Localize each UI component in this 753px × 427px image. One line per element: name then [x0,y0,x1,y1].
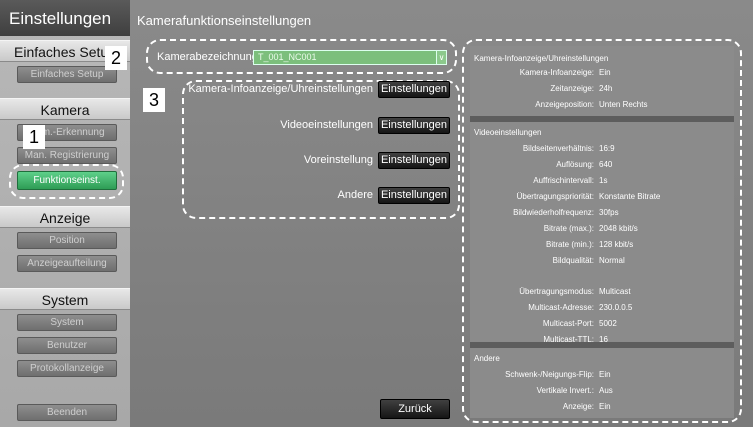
info-key: Auflösung: [556,160,594,169]
info-row: Bildwiederholfrequenz: 30fps [470,208,734,220]
setting-label-other: Andere [337,189,373,201]
info-row: Bitrate (min.): 128 kbit/s [470,240,734,252]
info-row: Übertragungsmodus: Multicast [470,287,734,299]
setting-label-camera-info: Kamera-Infoanzeige/Uhreinstellungen [188,83,373,95]
info-row: Schwenk-/Neigungs-Flip: Ein [470,370,734,382]
nav-man-registrierung[interactable]: Man. Registrierung [17,147,117,164]
info-row: Bildqualität: Normal [470,256,734,268]
info-value: Ein [599,370,611,379]
info-row: Vertikale Invert.: Aus [470,386,734,398]
info-heading-camera-info: Kamera-Infoanzeige/Uhreinstellungen [474,54,609,63]
info-key: Multicast-Port: [542,319,594,328]
info-row: Zeitanzeige: 24h [470,84,734,96]
info-value: 24h [599,84,613,93]
info-value: Aus [599,386,613,395]
camera-name-label: Kamerabezeichnung [157,51,258,63]
info-value: 230.0.0.5 [599,303,633,312]
info-row: Auffrischintervall: 1s [470,176,734,188]
section-heading-anzeige: Anzeige [0,206,130,228]
info-key: Bildseitenverhältnis: [522,144,594,153]
other-settings-button[interactable]: Einstellungen [378,187,450,204]
settings-summary-panel: Kamera-Infoanzeige/Uhreinstellungen Kame… [470,46,734,418]
info-key: Übertragungspriorität: [516,192,594,201]
info-row: Bildseitenverhältnis: 16:9 [470,144,734,156]
callout-number-2: 2 [105,46,127,70]
info-key: Multicast-Adresse: [528,303,594,312]
info-key: Bildqualität: [552,256,594,265]
nav-position[interactable]: Position [17,232,117,249]
info-key: Bildwiederholfrequenz: [513,208,594,217]
info-value: 128 kbit/s [599,240,634,249]
info-key: Übertragungsmodus: [519,287,594,296]
info-row: Multicast-Adresse: 230.0.0.5 [470,303,734,315]
sidebar-title: Einstellungen [0,0,130,36]
info-key: Bitrate (min.): [545,240,594,249]
info-value: 5002 [599,319,617,328]
info-value: 30fps [599,208,619,217]
info-divider [470,116,734,122]
page-title: Kamerafunktionseinstellungen [137,13,312,28]
callout-number-3: 3 [143,88,165,112]
info-row: Multicast-Port: 5002 [470,319,734,331]
info-row: Anzeige: Ein [470,402,734,414]
callout-frame-1 [9,164,124,199]
info-key: Anzeigeposition: [535,100,594,109]
info-value: Unten Rechts [599,100,648,109]
setting-label-video: Videoeinstellungen [280,119,373,131]
info-row: Bitrate (max.): 2048 kbit/s [470,224,734,236]
info-value: 1s [599,176,608,185]
nav-protokollanzeige[interactable]: Protokollanzeige [17,360,117,377]
info-value: 2048 kbit/s [599,224,638,233]
setting-label-preset: Voreinstellung [303,154,373,166]
info-divider [470,342,734,348]
info-key: Anzeige: [562,402,594,411]
info-value: 640 [599,160,613,169]
info-heading-video: Videoeinstellungen [474,128,542,137]
chevron-down-icon[interactable]: ∨ [436,50,447,65]
camera-name-field[interactable]: T_001_NC001 [253,50,443,65]
info-value: Konstante Bitrate [599,192,661,201]
info-row: Übertragungspriorität: Konstante Bitrate [470,192,734,204]
video-settings-button[interactable]: Einstellungen [378,117,450,134]
info-key: Schwenk-/Neigungs-Flip: [505,370,594,379]
nav-einfaches-setup[interactable]: Einfaches Setup [17,66,117,83]
preset-settings-button[interactable]: Einstellungen [378,152,450,169]
back-button[interactable]: Zurück [380,399,450,419]
section-heading-system: System [0,288,130,310]
info-key: Zeitanzeige: [550,84,594,93]
section-heading-kamera: Kamera [0,98,130,120]
info-key: Auffrischintervall: [533,176,594,185]
info-value: Normal [599,256,625,265]
camera-info-settings-button[interactable]: Einstellungen [378,81,450,98]
nav-benutzer[interactable]: Benutzer [17,337,117,354]
info-value: Multicast [599,287,631,296]
info-row: Auflösung: 640 [470,160,734,172]
info-key: Kamera-Infoanzeige: [519,68,594,77]
info-value: Ein [599,402,611,411]
exit-button[interactable]: Beenden [17,404,117,421]
info-key: Vertikale Invert.: [536,386,594,395]
info-value: 16:9 [599,144,615,153]
info-heading-other: Andere [474,354,500,363]
info-row: Kamera-Infoanzeige: Ein [470,68,734,80]
nav-anzeigeaufteilung[interactable]: Anzeigeaufteilung [17,255,117,272]
callout-number-1: 1 [23,125,45,149]
info-value: Ein [599,68,611,77]
info-key: Bitrate (max.): [543,224,594,233]
info-row: Anzeigeposition: Unten Rechts [470,100,734,112]
nav-system[interactable]: System [17,314,117,331]
